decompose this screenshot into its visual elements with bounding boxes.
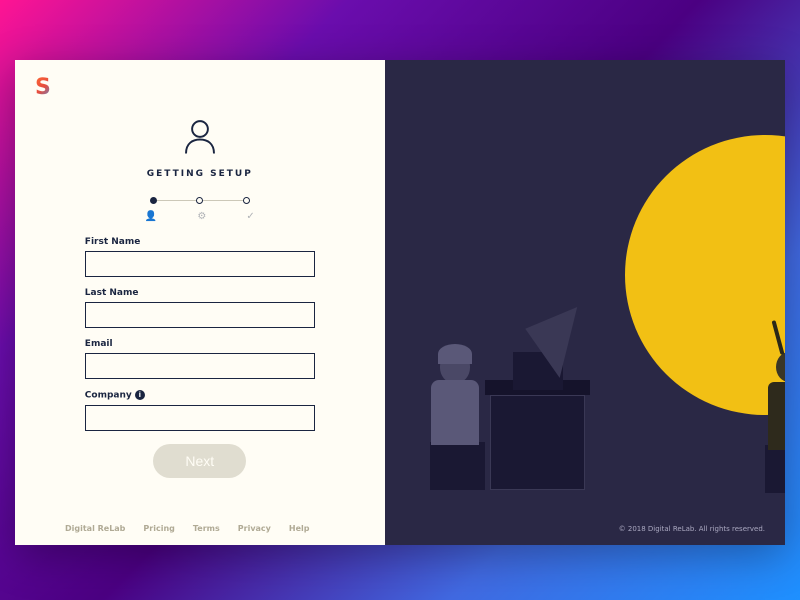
progress-icons: 👤 ⚙ ✓	[145, 211, 255, 222]
progress-step-2	[196, 197, 203, 204]
app-window: S GETTING SETUP 👤 ⚙ ✓	[15, 60, 785, 545]
progress-bar	[150, 197, 250, 204]
hero-panel: © 2018 Digital ReLab. All rights reserve…	[385, 60, 785, 545]
logo-text: S	[35, 75, 51, 100]
footer-nav: Digital ReLab Pricing Terms Privacy Help	[65, 524, 309, 533]
footer-link-pricing[interactable]: Pricing	[143, 524, 174, 533]
person-left	[440, 349, 479, 445]
email-input[interactable]	[85, 353, 315, 379]
form-panel: S GETTING SETUP 👤 ⚙ ✓	[15, 60, 385, 545]
email-label: Email	[85, 339, 315, 349]
yellow-circle	[625, 135, 785, 415]
user-icon	[179, 115, 221, 161]
company-input[interactable]	[85, 405, 315, 431]
head	[776, 352, 785, 382]
last-name-field: Last Name	[85, 288, 315, 328]
form-title: GETTING SETUP	[147, 169, 253, 179]
progress-step-1	[150, 197, 157, 204]
progress-line	[157, 200, 197, 201]
company-field: Companyi	[85, 390, 315, 431]
headdress	[766, 320, 785, 362]
body	[768, 382, 785, 450]
person-icon: 👤	[145, 211, 157, 222]
body	[431, 380, 479, 445]
head	[440, 349, 470, 383]
gear-icon: ⚙	[197, 211, 206, 222]
footer-link-help[interactable]: Help	[289, 524, 310, 533]
footer-link-terms[interactable]: Terms	[193, 524, 220, 533]
hair	[438, 344, 472, 364]
info-icon[interactable]: i	[135, 390, 145, 400]
footer-link-digital-relab[interactable]: Digital ReLab	[65, 524, 125, 533]
trunk	[490, 395, 585, 490]
last-name-label: Last Name	[85, 288, 315, 298]
company-label-text: Company	[85, 391, 132, 401]
form-fields: First Name Last Name Email Companyi	[85, 237, 315, 442]
hero-illustration	[385, 60, 785, 545]
signup-form: GETTING SETUP 👤 ⚙ ✓ First Name	[85, 115, 315, 478]
last-name-input[interactable]	[85, 302, 315, 328]
email-field: Email	[85, 339, 315, 379]
chair	[430, 442, 485, 490]
check-icon: ✓	[246, 211, 254, 222]
next-button[interactable]: Next	[153, 444, 246, 478]
first-name-field: First Name	[85, 237, 315, 277]
person-right	[776, 352, 785, 450]
progress-line	[203, 200, 243, 201]
first-name-input[interactable]	[85, 251, 315, 277]
first-name-label: First Name	[85, 237, 315, 247]
footer-link-privacy[interactable]: Privacy	[238, 524, 271, 533]
chair	[765, 445, 785, 493]
copyright-text: © 2018 Digital ReLab. All rights reserve…	[619, 525, 765, 533]
progress-step-3	[243, 197, 250, 204]
logo: S	[35, 75, 51, 100]
company-label: Companyi	[85, 390, 315, 401]
